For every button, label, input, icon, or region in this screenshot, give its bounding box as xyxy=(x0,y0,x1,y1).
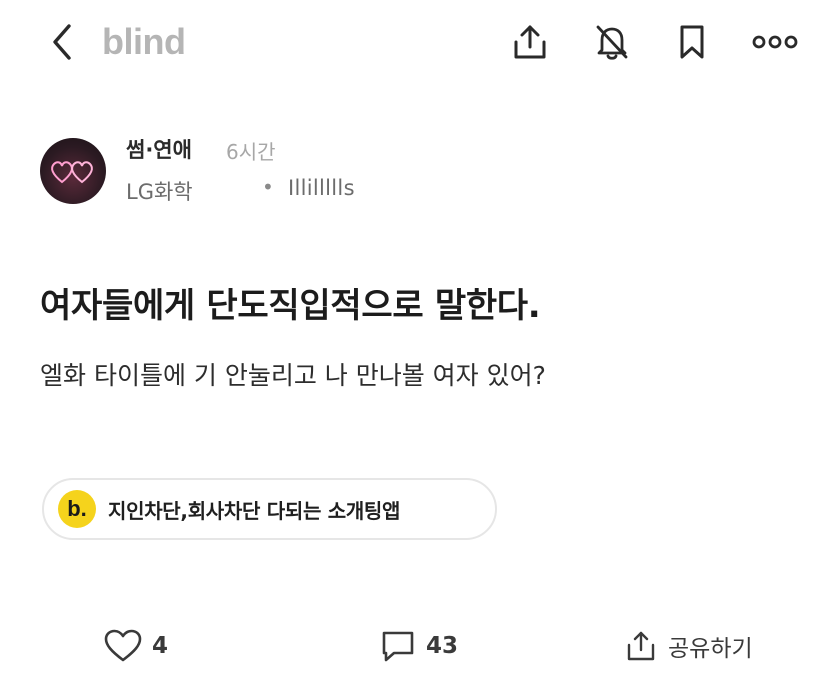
share-button[interactable] xyxy=(506,18,554,66)
board-name[interactable]: 썸·연애 xyxy=(126,134,192,164)
comment-button[interactable]: 43 xyxy=(380,618,458,674)
author-company: LG화학 xyxy=(126,180,193,204)
share-label: 공유하기 xyxy=(668,636,753,662)
post-author-header: 썸·연애 6시간 LG화학 • Illillllls xyxy=(40,134,800,214)
notification-toggle-button[interactable] xyxy=(588,18,636,66)
like-button[interactable]: 4 xyxy=(104,618,168,674)
post-title: 여자들에게 단도직입적으로 말한다. xyxy=(40,286,541,326)
post-time: 6시간 xyxy=(226,140,276,164)
ad-logo: b. xyxy=(58,490,96,528)
post-body: 엘화 타이틀에 기 안눌리고 나 만나볼 여자 있어? xyxy=(40,361,546,390)
share-icon xyxy=(514,25,546,59)
heart-icon xyxy=(104,629,142,662)
author-nickname: Illillllls xyxy=(288,176,355,200)
top-navigation-bar: blind xyxy=(0,0,840,86)
hearts-icon xyxy=(51,161,93,184)
more-icon xyxy=(752,35,798,49)
comment-count: 43 xyxy=(426,633,459,659)
share-post-button[interactable]: 공유하기 xyxy=(624,618,753,674)
meta-separator: • xyxy=(262,175,274,199)
back-button[interactable] xyxy=(40,18,84,66)
back-icon xyxy=(53,24,71,60)
comment-icon xyxy=(382,631,414,662)
blind-logo: blind xyxy=(102,21,186,62)
more-options-button[interactable] xyxy=(748,18,802,66)
avatar[interactable] xyxy=(40,138,106,204)
ad-text: 지인차단,회사차단 다되는 소개팅앱 xyxy=(108,498,401,523)
bookmark-button[interactable] xyxy=(668,18,716,66)
like-count: 4 xyxy=(152,633,169,659)
ad-banner[interactable]: b. 지인차단,회사차단 다되는 소개팅앱 xyxy=(42,478,497,540)
bookmark-icon xyxy=(680,25,704,59)
share-icon xyxy=(627,631,655,661)
post-action-bar: 4 43 공유하기 xyxy=(0,618,840,674)
bell-off-icon xyxy=(596,25,628,60)
